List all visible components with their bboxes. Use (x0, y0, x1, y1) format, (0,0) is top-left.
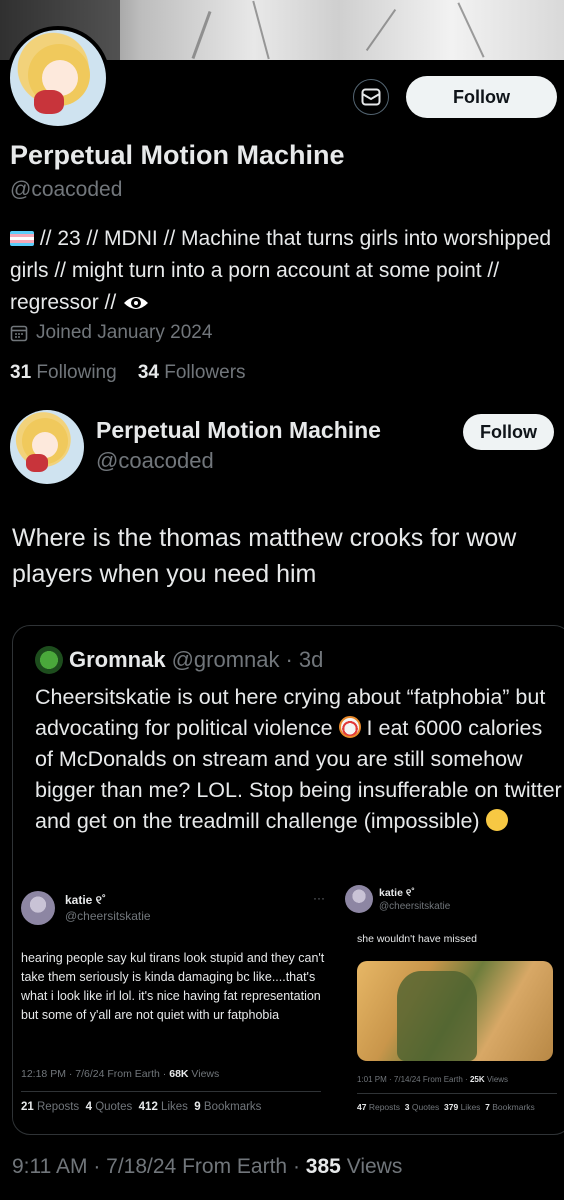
quote-text: Cheersitskatie is out here crying about … (35, 685, 562, 833)
tweet-author-name[interactable]: Perpetual Motion Machine (96, 417, 381, 444)
clown-emoji-icon (338, 716, 361, 738)
trans-flag-icon (10, 231, 34, 246)
screenshot-meta: 12:18 PM · 7/6/24 From Earth · 68K Views (21, 1068, 220, 1080)
eye-icon (124, 297, 149, 309)
envelope-icon (361, 88, 381, 106)
screenshot-name: katie ୧˚ (379, 887, 415, 899)
screenshot-divider (21, 1091, 321, 1092)
quote-author-name[interactable]: Gromnak (69, 647, 166, 673)
tweet-time[interactable]: 9:11 AM (12, 1155, 88, 1178)
following-link[interactable]: 31 Following (10, 362, 117, 383)
tweet-views-count: 385 (305, 1155, 341, 1178)
quote-separator: · (285, 647, 293, 672)
tweet-follow-button[interactable]: Follow (463, 414, 554, 450)
quote-author-handle[interactable]: @gromnak (172, 647, 280, 673)
screenshot-text: she wouldn't have missed (357, 933, 477, 945)
quote-age: 3d (298, 647, 324, 672)
screenshot-name: katie ୧˚ (65, 893, 106, 907)
quoted-tweet[interactable]: Gromnak @gromnak · 3d Cheersitskatie is … (12, 625, 564, 1135)
screenshot-meta: 1:01 PM · 7/14/24 From Earth · 25K Views (357, 1075, 509, 1084)
followers-link[interactable]: 34 Followers (138, 362, 246, 383)
more-icon: ··· (313, 891, 325, 905)
screenshot-stats: 21 Reposts 4 Quotes 412 Likes 9 Bookmark… (21, 1101, 262, 1113)
screenshot-stats: 47 Reposts 3 Quotes 379 Likes 7 Bookmark… (357, 1102, 535, 1112)
calendar-icon (10, 325, 28, 342)
profile-name: Perpetual Motion Machine (10, 140, 345, 170)
screenshot-image[interactable] (357, 961, 553, 1061)
profile-bio: // 23 // MDNI // Machine that turns girl… (10, 227, 552, 314)
tweet-author-avatar[interactable] (10, 410, 84, 484)
tweet-source: From Earth (182, 1155, 288, 1178)
quote-avatar[interactable] (35, 646, 63, 674)
screenshot-avatar (21, 891, 55, 925)
message-button[interactable] (353, 79, 389, 115)
screenshot-handle: @cheersitskatie (379, 901, 451, 912)
screenshot-text: hearing people say kul tirans look stupi… (21, 951, 325, 1022)
profile-handle: @coacoded (10, 178, 123, 201)
tweet-meta: 9:11 AM · 7/18/24 From Earth · 385 Views (12, 1155, 403, 1178)
follow-stats: 31 Following 34 Followers (10, 362, 246, 384)
joined-date: Joined January 2024 (10, 322, 212, 344)
screenshot-divider (357, 1093, 557, 1094)
screenshot-avatar (345, 885, 373, 913)
quote-media-right[interactable]: katie ୧˚ @cheersitskatie she wouldn't ha… (335, 873, 564, 1123)
tweet-author-handle[interactable]: @coacoded (96, 448, 214, 474)
quote-header: Gromnak @gromnak · 3d (35, 646, 323, 674)
quote-media-left[interactable]: katie ୧˚ @cheersitskatie ··· hearing peo… (13, 873, 335, 1123)
face-hand-over-mouth-icon (485, 809, 508, 831)
tweet-date[interactable]: 7/18/24 (106, 1155, 176, 1178)
screenshot-handle: @cheersitskatie (65, 909, 151, 923)
profile-avatar[interactable] (6, 26, 110, 130)
tweet-views-label: Views (346, 1155, 403, 1178)
follow-button[interactable]: Follow (406, 76, 557, 118)
tweet-text: Where is the thomas matthew crooks for w… (12, 524, 517, 588)
